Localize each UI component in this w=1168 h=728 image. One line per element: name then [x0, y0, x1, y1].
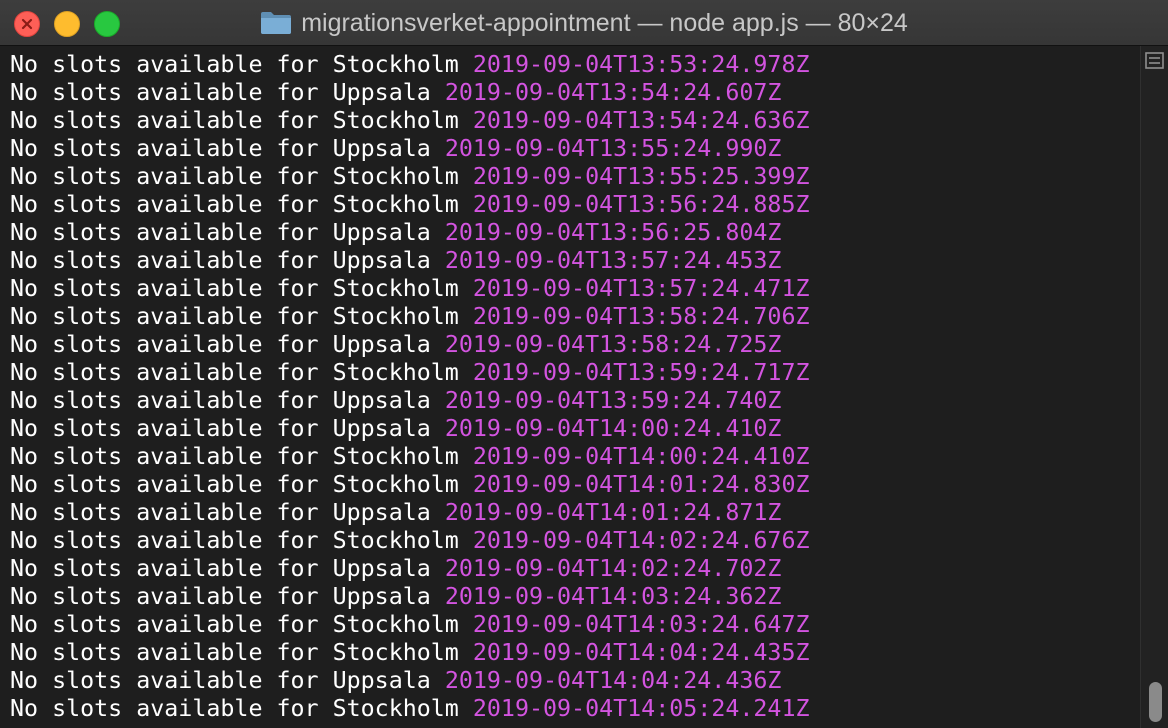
output-line: No slots available for Stockholm 2019-09… — [10, 303, 1140, 331]
log-timestamp: 2019-09-04T14:01:24.871Z — [444, 499, 782, 526]
output-line: No slots available for Stockholm 2019-09… — [10, 471, 1140, 499]
output-line: No slots available for Stockholm 2019-09… — [10, 163, 1140, 191]
log-timestamp: 2019-09-04T13:56:25.804Z — [444, 219, 782, 246]
log-timestamp: 2019-09-04T13:59:24.717Z — [472, 359, 810, 386]
log-timestamp: 2019-09-04T13:54:24.607Z — [444, 79, 782, 106]
title-bar[interactable]: migrationsverket-appointment — node app.… — [0, 0, 1168, 46]
output-line: No slots available for Uppsala 2019-09-0… — [10, 387, 1140, 415]
log-message: No slots available for Stockholm — [10, 611, 459, 638]
log-message: No slots available for Stockholm — [10, 471, 459, 498]
scrollbar[interactable] — [1140, 46, 1168, 728]
log-message: No slots available for Stockholm — [10, 639, 459, 666]
split-pane-icon[interactable] — [1145, 52, 1165, 70]
log-message: No slots available for Uppsala — [10, 667, 431, 694]
terminal-window: migrationsverket-appointment — node app.… — [0, 0, 1168, 728]
log-timestamp: 2019-09-04T14:04:24.435Z — [472, 639, 810, 666]
log-message: No slots available for Stockholm — [10, 527, 459, 554]
log-message: No slots available for Stockholm — [10, 275, 459, 302]
log-message: No slots available for Uppsala — [10, 499, 431, 526]
log-message: No slots available for Stockholm — [10, 303, 459, 330]
log-timestamp: 2019-09-04T14:01:24.830Z — [472, 471, 810, 498]
output-line: No slots available for Stockholm 2019-09… — [10, 695, 1140, 723]
window-title: migrationsverket-appointment — node app.… — [0, 0, 1168, 46]
log-message: No slots available for Stockholm — [10, 163, 459, 190]
log-timestamp: 2019-09-04T14:03:24.362Z — [444, 583, 782, 610]
log-timestamp: 2019-09-04T13:58:24.706Z — [472, 303, 810, 330]
log-message: No slots available for Uppsala — [10, 387, 431, 414]
output-line: No slots available for Stockholm 2019-09… — [10, 527, 1140, 555]
log-message: No slots available for Uppsala — [10, 555, 431, 582]
log-timestamp: 2019-09-04T13:59:24.740Z — [444, 387, 782, 414]
log-timestamp: 2019-09-04T13:57:24.471Z — [472, 275, 810, 302]
output-line: No slots available for Stockholm 2019-09… — [10, 443, 1140, 471]
output-line: No slots available for Uppsala 2019-09-0… — [10, 331, 1140, 359]
log-message: No slots available for Stockholm — [10, 443, 459, 470]
output-line: No slots available for Uppsala 2019-09-0… — [10, 247, 1140, 275]
log-message: No slots available for Uppsala — [10, 247, 431, 274]
window-title-text: migrationsverket-appointment — node app.… — [301, 8, 908, 37]
log-message: No slots available for Uppsala — [10, 415, 431, 442]
output-line: No slots available for Stockholm 2019-09… — [10, 359, 1140, 387]
output-line: No slots available for Uppsala 2019-09-0… — [10, 415, 1140, 443]
log-message: No slots available for Uppsala — [10, 135, 431, 162]
log-message: No slots available for Uppsala — [10, 79, 431, 106]
output-line: No slots available for Uppsala 2019-09-0… — [10, 79, 1140, 107]
log-timestamp: 2019-09-04T14:02:24.702Z — [444, 555, 782, 582]
log-message: No slots available for Stockholm — [10, 107, 459, 134]
log-message: No slots available for Uppsala — [10, 583, 431, 610]
log-timestamp: 2019-09-04T13:55:25.399Z — [472, 163, 810, 190]
output-line: No slots available for Stockholm 2019-09… — [10, 275, 1140, 303]
output-line: No slots available for Uppsala 2019-09-0… — [10, 583, 1140, 611]
log-message: No slots available for Uppsala — [10, 331, 431, 358]
log-timestamp: 2019-09-04T13:53:24.978Z — [472, 51, 810, 78]
log-timestamp: 2019-09-04T14:04:24.436Z — [444, 667, 782, 694]
log-message: No slots available for Stockholm — [10, 359, 459, 386]
log-message: No slots available for Stockholm — [10, 695, 459, 722]
folder-icon — [260, 11, 292, 35]
output-line: No slots available for Stockholm 2019-09… — [10, 191, 1140, 219]
log-message: No slots available for Uppsala — [10, 219, 431, 246]
output-line: No slots available for Stockholm 2019-09… — [10, 611, 1140, 639]
log-timestamp: 2019-09-04T14:02:24.676Z — [472, 527, 810, 554]
log-timestamp: 2019-09-04T13:54:24.636Z — [472, 107, 810, 134]
log-message: No slots available for Stockholm — [10, 191, 459, 218]
log-timestamp: 2019-09-04T14:00:24.410Z — [472, 443, 810, 470]
log-timestamp: 2019-09-04T13:56:24.885Z — [472, 191, 810, 218]
log-timestamp: 2019-09-04T14:05:24.241Z — [472, 695, 810, 722]
log-message: No slots available for Stockholm — [10, 51, 459, 78]
output-line: No slots available for Uppsala 2019-09-0… — [10, 499, 1140, 527]
log-timestamp: 2019-09-04T14:00:24.410Z — [444, 415, 782, 442]
output-line: No slots available for Uppsala 2019-09-0… — [10, 135, 1140, 163]
log-timestamp: 2019-09-04T13:55:24.990Z — [444, 135, 782, 162]
output-line: No slots available for Uppsala 2019-09-0… — [10, 667, 1140, 695]
log-timestamp: 2019-09-04T13:58:24.725Z — [444, 331, 782, 358]
output-line: No slots available for Stockholm 2019-09… — [10, 639, 1140, 667]
log-timestamp: 2019-09-04T13:57:24.453Z — [444, 247, 782, 274]
log-timestamp: 2019-09-04T14:03:24.647Z — [472, 611, 810, 638]
output-line: No slots available for Stockholm 2019-09… — [10, 107, 1140, 135]
output-line: No slots available for Uppsala 2019-09-0… — [10, 555, 1140, 583]
output-line: No slots available for Stockholm 2019-09… — [10, 51, 1140, 79]
terminal-output[interactable]: No slots available for Stockholm 2019-09… — [0, 46, 1140, 728]
scrollbar-thumb[interactable] — [1149, 682, 1162, 722]
output-line: No slots available for Uppsala 2019-09-0… — [10, 219, 1140, 247]
